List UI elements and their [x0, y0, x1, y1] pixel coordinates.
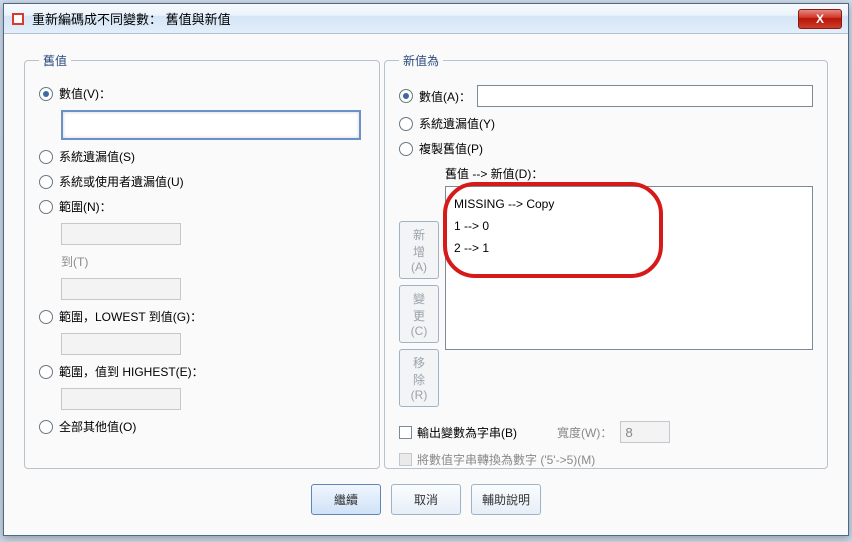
- close-button[interactable]: X: [798, 9, 842, 29]
- old-else-label: 全部其他值(O): [59, 418, 136, 435]
- old-sysusermissing-label: 系統或使用者遺漏值(U): [59, 173, 184, 190]
- old-highest-input[interactable]: [61, 388, 181, 410]
- convert-numeric-label: 將數值字串轉換為數字 ('5'->5)(M): [417, 451, 595, 468]
- old-else-radio[interactable]: [39, 420, 53, 434]
- window-title: 重新編碼成不同變數： 舊值與新值: [32, 9, 231, 28]
- new-copy-radio[interactable]: [399, 142, 413, 156]
- old-lowest-radio[interactable]: [39, 310, 53, 324]
- old-value-input[interactable]: [61, 110, 361, 140]
- output-string-label: 輸出變數為字串(B): [417, 424, 517, 441]
- convert-numeric-checkbox: [399, 453, 412, 466]
- old-highest-label: 範圍，值到 HIGHEST(E)：: [59, 363, 204, 380]
- new-value-label: 數值(A)：: [419, 88, 471, 105]
- new-value-group: 新值為 數值(A)： 系統遺漏值(Y) 複製舊值(P) 新增(A) 變更(C) …: [384, 52, 828, 469]
- app-icon: [10, 11, 26, 27]
- width-input[interactable]: [620, 421, 670, 443]
- new-value-radio[interactable]: [399, 89, 413, 103]
- new-sysmissing-radio[interactable]: [399, 117, 413, 131]
- new-value-input[interactable]: [477, 85, 813, 107]
- mapping-item[interactable]: MISSING --> Copy: [454, 193, 804, 215]
- width-label: 寬度(W)：: [557, 424, 612, 441]
- old-range-to-input[interactable]: [61, 278, 181, 300]
- new-copy-label: 複製舊值(P): [419, 140, 483, 157]
- old-value-group: 舊值 數值(V)： 系統遺漏值(S) 系統或使用者遺漏值(U) 範圍(N)：: [24, 52, 380, 469]
- mapping-item[interactable]: 1 --> 0: [454, 215, 804, 237]
- mapping-header: 舊值 --> 新值(D)：: [445, 165, 543, 182]
- old-sysmissing-label: 系統遺漏值(S): [59, 148, 135, 165]
- old-thru-label: 到(T): [61, 253, 88, 270]
- help-button[interactable]: 輔助說明: [471, 484, 541, 515]
- old-range-radio[interactable]: [39, 200, 53, 214]
- new-value-legend: 新值為: [399, 52, 443, 69]
- remove-button[interactable]: 移除(R): [399, 349, 439, 407]
- old-value-legend: 舊值: [39, 52, 71, 69]
- dialog-footer: 繼續 取消 輔助說明: [4, 484, 848, 515]
- old-sysmissing-radio[interactable]: [39, 150, 53, 164]
- old-range-label: 範圍(N)：: [59, 198, 112, 215]
- new-sysmissing-label: 系統遺漏值(Y): [419, 115, 495, 132]
- old-lowest-label: 範圍，LOWEST 到值(G)：: [59, 308, 202, 325]
- old-lowest-input[interactable]: [61, 333, 181, 355]
- change-button[interactable]: 變更(C): [399, 285, 439, 343]
- close-icon: X: [816, 12, 824, 26]
- titlebar: 重新編碼成不同變數： 舊值與新值 X: [4, 4, 848, 34]
- continue-button[interactable]: 繼續: [311, 484, 381, 515]
- cancel-button[interactable]: 取消: [391, 484, 461, 515]
- add-button[interactable]: 新增(A): [399, 221, 439, 279]
- dialog-window: 重新編碼成不同變數： 舊值與新值 X 舊值 數值(V)： 系統遺漏值(S) 系統…: [3, 3, 849, 536]
- output-string-checkbox[interactable]: [399, 426, 412, 439]
- old-value-radio[interactable]: [39, 87, 53, 101]
- mapping-listbox[interactable]: MISSING --> Copy1 --> 02 --> 1: [445, 186, 813, 350]
- mapping-item[interactable]: 2 --> 1: [454, 237, 804, 259]
- old-highest-radio[interactable]: [39, 365, 53, 379]
- old-value-label: 數值(V)：: [59, 85, 111, 102]
- old-sysusermissing-radio[interactable]: [39, 175, 53, 189]
- old-range-from-input[interactable]: [61, 223, 181, 245]
